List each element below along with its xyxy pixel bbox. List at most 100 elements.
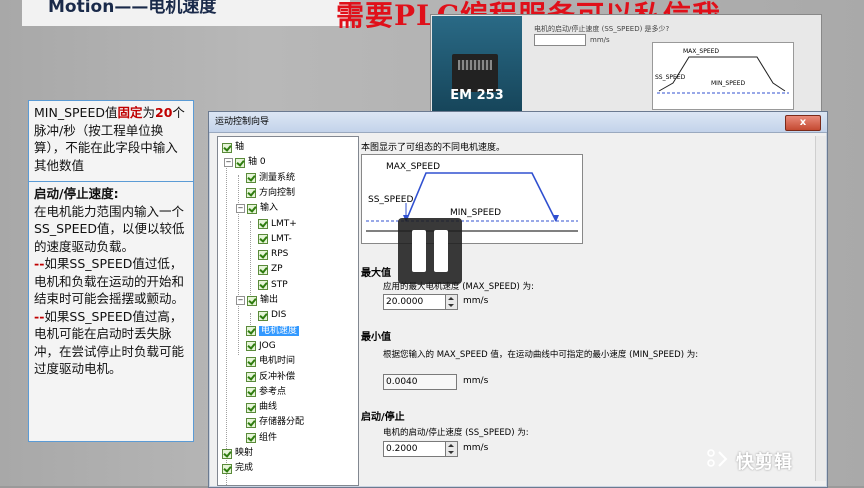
em-device-label: EM 253 (450, 88, 504, 103)
tree-item-label: DIS (271, 310, 287, 321)
checkbox-checked-icon (247, 295, 257, 306)
tree-item[interactable]: RPS (258, 248, 288, 261)
bg-diagram-ss-label: SS_SPEED (655, 74, 686, 81)
tree-item[interactable]: − 输入 (236, 202, 278, 215)
tree-item[interactable]: DIS (258, 309, 286, 322)
checkbox-checked-icon (222, 142, 232, 153)
bg-diagram-max-label: MAX_SPEED (683, 48, 719, 55)
checkbox-checked-icon (246, 372, 256, 382)
pause-icon[interactable] (398, 218, 462, 284)
tree-item-label: 组件 (259, 432, 278, 443)
tree-item-label: ZP (271, 264, 283, 275)
em-module-icon (452, 54, 498, 92)
bg-prompt-text: 电机的启动/停止速度 (SS_SPEED) 是多少? (534, 25, 670, 33)
note-emphasis: 固定 (117, 105, 143, 120)
bg-speed-diagram: MAX_SPEED SS_SPEED MIN_SPEED (652, 42, 794, 110)
spinner-icon[interactable] (445, 441, 458, 457)
motion-wizard-window: 运动控制向导 x 轴 − 轴 0 测量系统方向控制 − 输入 LMT+ LMT- RPS ZP ST… (208, 111, 828, 488)
content-scrollbar[interactable] (815, 136, 826, 481)
tree-item[interactable]: 轴 (222, 141, 244, 154)
kuaijianji-logo-icon (707, 449, 728, 467)
note-paragraph: --如果SS_SPEED值过高，电机可能在启动时丢失脉冲，在尝试停止时负载可能过… (34, 308, 188, 378)
diagram-ss-label: SS_SPEED (368, 195, 413, 205)
ss-speed-input[interactable]: 0.2000 (383, 441, 447, 457)
diagram-description: 本图显示了可组态的不同电机速度。 (361, 143, 506, 153)
spinner-icon[interactable] (445, 294, 458, 310)
tree-expander-icon[interactable]: − (236, 296, 245, 305)
tree-expander-icon[interactable]: − (236, 204, 245, 214)
min-speed-note: MIN_SPEED值固定为20个脉冲/秒（按工程单位换算），不能在此字段中输入其… (29, 101, 193, 182)
tree-guide-line (250, 221, 251, 295)
note-paragraph: 在电机能力范围内输入一个SS_SPEED值，以便以较低的速度驱动负载。 (34, 203, 185, 254)
kuaijianji-watermark: 快剪辑 (736, 452, 793, 473)
checkbox-checked-icon (246, 341, 256, 352)
explanation-note: MIN_SPEED值固定为20个脉冲/秒（按工程单位换算），不能在此字段中输入其… (28, 100, 194, 442)
checkbox-checked-icon (246, 402, 256, 413)
checkbox-checked-icon (258, 234, 268, 245)
bg-unit: mm/s (590, 36, 610, 44)
checkbox-checked-icon (246, 387, 256, 398)
min-prompt: 根据您输入的 MAX_SPEED 值，在运动曲线中可指定的最小速度 (MIN_S… (383, 350, 699, 360)
tree-item-label: 轴 (235, 142, 245, 152)
tree-item[interactable]: − 轴 0 (224, 156, 266, 169)
checkbox-checked-icon (258, 219, 268, 229)
tree-item[interactable]: 电机时间 (246, 355, 295, 368)
close-icon[interactable]: x (785, 115, 821, 131)
note-emphasis: 20 (155, 105, 173, 120)
max-section-title: 最大值 (361, 268, 391, 279)
tree-item[interactable]: 参考点 (246, 386, 286, 399)
tree-item-label: 输出 (260, 295, 279, 305)
tree-item[interactable]: LMT- (258, 233, 292, 246)
tree-item[interactable]: 完成 (222, 462, 253, 475)
note-text: 如果SS_SPEED值过低，电机和负载在运动的开始和结束时可能会摇摆或颤动。 (34, 256, 185, 306)
checkbox-checked-icon (246, 417, 256, 428)
checkbox-checked-icon (222, 463, 232, 474)
note-text: 如果SS_SPEED值过高，电机可能在启动时丢失脉冲，在尝试停止时负载可能过度驱… (34, 308, 185, 377)
checkbox-checked-icon (246, 188, 256, 199)
pause-bar (434, 230, 448, 272)
checkbox-checked-icon (246, 356, 256, 367)
tree-item-label: RPS (271, 249, 289, 260)
checkbox-checked-icon (247, 203, 257, 214)
tree-item[interactable]: 曲线 (246, 401, 277, 414)
checkbox-checked-icon (222, 448, 232, 459)
note-paragraph: --如果SS_SPEED值过低，电机和负载在运动的开始和结束时可能会摇摆或颤动。 (34, 255, 188, 308)
tree-item-label: 测量系统 (259, 172, 296, 183)
ss-section-title: 启动/停止 (361, 412, 405, 423)
tree-item[interactable]: 测量系统 (246, 172, 295, 185)
note-text: MIN_SPEED值 (34, 105, 118, 120)
tree-item-label: STP (271, 279, 288, 290)
tree-item[interactable]: 反冲补偿 (246, 371, 295, 384)
tree-item[interactable]: − 输出 (236, 294, 278, 307)
wizard-navigation-tree: 轴 − 轴 0 测量系统方向控制 − 输入 LMT+ LMT- RPS ZP STP − 输出 DIS 电机… (217, 136, 359, 486)
tree-item[interactable]: 组件 (246, 432, 277, 445)
tree-item[interactable]: 电机速度 (246, 325, 300, 338)
tree-item[interactable]: ZP (258, 263, 283, 276)
wizard-content: 本图显示了可组态的不同电机速度。 MAX_SPEED SS_SPEED MIN_… (357, 132, 827, 487)
checkbox-checked-icon (235, 157, 245, 168)
tree-item[interactable]: JOG (246, 340, 276, 353)
max-speed-input[interactable]: 20.0000 (383, 294, 447, 310)
tree-item[interactable]: 映射 (222, 447, 253, 460)
min-unit: mm/s (463, 376, 489, 386)
tree-item-label: 方向控制 (259, 187, 296, 198)
checkbox-checked-icon (258, 264, 268, 275)
diagram-max-label: MAX_SPEED (386, 162, 440, 172)
tree-item[interactable]: 存储器分配 (246, 416, 304, 429)
slide-title: Motion——电机速度 (22, 0, 350, 26)
tree-expander-icon[interactable]: − (224, 158, 233, 168)
em253-device-image: EM 253 (432, 16, 522, 112)
tree-item[interactable]: LMT+ (258, 218, 297, 231)
tree-item[interactable]: 方向控制 (246, 187, 295, 200)
note-heading: 启动/停止速度: (34, 186, 119, 201)
tree-item[interactable]: STP (258, 279, 288, 292)
tree-item-label: JOG (259, 340, 276, 351)
tree-item-label: 反冲补偿 (259, 371, 296, 382)
wizard-titlebar[interactable]: 运动控制向导 x (209, 112, 827, 133)
tree-item-label: LMT- (271, 233, 292, 244)
tree-item-label: LMT+ (271, 218, 297, 229)
tree-item-label: 电机时间 (259, 356, 296, 367)
checkbox-checked-icon (246, 173, 256, 184)
checkbox-checked-icon (246, 433, 256, 444)
bg-speed-input (534, 34, 586, 46)
